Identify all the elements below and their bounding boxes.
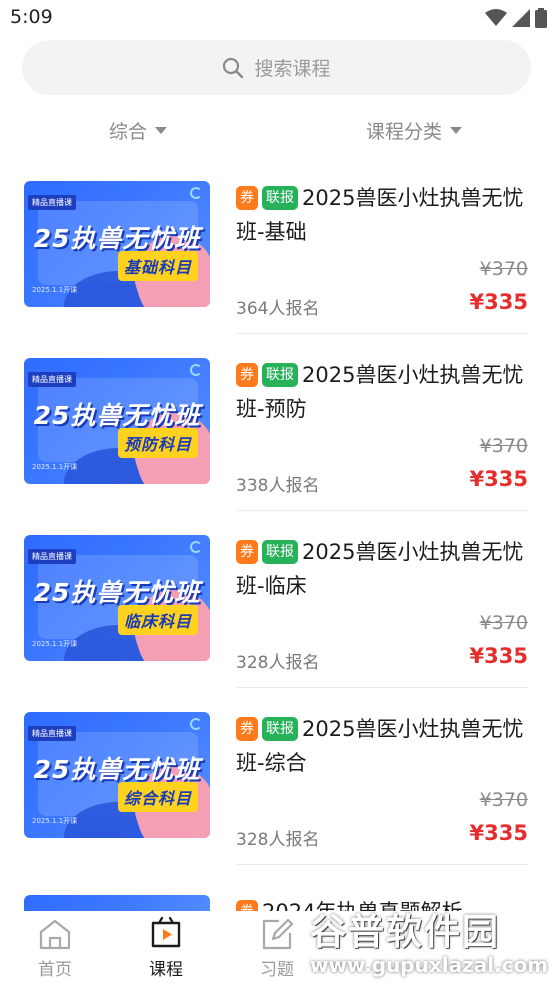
search-icon — [223, 57, 244, 78]
thumbnail-headline: 25执兽无忧班 — [33, 401, 201, 430]
course-price: ¥335 — [469, 467, 528, 491]
bundle-badge: 联报 — [262, 363, 298, 387]
watermark-url: www.gupuxlazal.com — [310, 953, 549, 977]
course-card[interactable]: 精品直播课 25执兽无忧班 综合科目 2025.1.1开课 券联报 2025兽医小… — [0, 701, 553, 878]
thumbnail-headline: 25执兽无忧班 — [33, 224, 201, 253]
course-card[interactable]: 精品直播课 25执兽无忧班 临床科目 2025.1.1开课 券联报 2025兽医小… — [0, 524, 553, 701]
brand-logo-icon — [190, 718, 202, 730]
thumbnail-tag: 精品直播课 — [28, 372, 76, 387]
divider — [236, 687, 528, 688]
thumbnail-subject: 综合科目 — [118, 782, 199, 812]
enrollment-count: 338人报名 — [236, 476, 320, 496]
course-thumbnail[interactable]: 精品直播课 25执兽无忧班 临床科目 2025.1.1开课 — [24, 535, 210, 661]
course-price: ¥335 — [469, 290, 528, 314]
course-thumbnail[interactable]: 精品直播课 25执兽无忧班 基础科目 2025.1.1开课 — [24, 181, 210, 307]
watermark-text: 谷普软件园 — [310, 912, 501, 953]
divider — [236, 510, 528, 511]
course-info: 券联报 2025兽医小灶执兽无忧班-临床 ¥370 328人报名 ¥335 — [236, 535, 528, 690]
caret-down-icon — [450, 126, 463, 134]
tab-courses[interactable]: 课程 — [136, 917, 196, 980]
signal-icon — [512, 9, 530, 27]
course-play-icon — [151, 917, 181, 948]
tab-exercises[interactable]: 习题 — [247, 917, 307, 980]
thumbnail-tag: 精品直播课 — [28, 195, 76, 210]
enrollment-count: 328人报名 — [236, 653, 320, 673]
thumbnail-tag: 精品直播课 — [28, 549, 76, 564]
filter-category-label: 课程分类 — [366, 120, 443, 143]
original-price: ¥370 — [479, 789, 528, 811]
thumbnail-date: 2025.1.1开课 — [32, 286, 78, 294]
course-thumbnail[interactable]: 精品直播课 25执兽无忧班 预防科目 2025.1.1开课 — [24, 358, 210, 484]
watermark: 谷普软件园 www.gupuxlazal.com — [304, 895, 553, 984]
course-title[interactable]: 券联报 2025兽医小灶执兽无忧班-综合 — [236, 712, 528, 780]
coupon-badge: 券 — [236, 717, 258, 741]
divider — [236, 864, 528, 865]
thumbnail-subject: 预防科目 — [118, 428, 199, 458]
tab-courses-label: 课程 — [149, 960, 183, 980]
course-card[interactable]: 精品直播课 25执兽无忧班 基础科目 2025.1.1开课 券联报 2025兽医小… — [0, 170, 553, 347]
original-price: ¥370 — [479, 612, 528, 634]
filter-sort[interactable]: 综合 — [109, 116, 168, 144]
thumbnail-subject: 临床科目 — [118, 605, 199, 635]
course-info: 券联报 2025兽医小灶执兽无忧班-预防 ¥370 338人报名 ¥335 — [236, 358, 528, 513]
thumbnail-date: 2025.1.1开课 — [32, 463, 78, 471]
thumbnail-subject: 基础科目 — [118, 251, 199, 281]
brand-logo-icon — [190, 541, 202, 553]
divider — [236, 333, 528, 334]
course-title[interactable]: 券联报 2025兽医小灶执兽无忧班-基础 — [236, 181, 528, 249]
original-price: ¥370 — [479, 435, 528, 457]
status-time: 5:09 — [10, 6, 53, 28]
coupon-badge: 券 — [236, 540, 258, 564]
caret-down-icon — [155, 126, 168, 134]
wifi-icon — [485, 9, 507, 26]
original-price: ¥370 — [479, 258, 528, 280]
edit-icon — [262, 918, 294, 950]
bundle-badge: 联报 — [262, 717, 298, 741]
search-bar[interactable]: 搜索课程 — [22, 40, 531, 95]
tab-home-label: 首页 — [38, 960, 72, 980]
brand-logo-icon — [190, 364, 202, 376]
course-info: 券联报 2025兽医小灶执兽无忧班-基础 ¥370 364人报名 ¥335 — [236, 181, 528, 336]
bundle-badge: 联报 — [262, 186, 298, 210]
course-price: ¥335 — [469, 821, 528, 845]
thumbnail-date: 2025.1.1开课 — [32, 640, 78, 648]
tab-home[interactable]: 首页 — [25, 917, 85, 980]
filter-category[interactable]: 课程分类 — [366, 116, 463, 144]
coupon-badge: 券 — [236, 186, 258, 210]
course-card[interactable]: 精品直播课 25执兽无忧班 预防科目 2025.1.1开课 券联报 2025兽医小… — [0, 347, 553, 524]
course-price: ¥335 — [469, 644, 528, 668]
course-title[interactable]: 券联报 2025兽医小灶执兽无忧班-临床 — [236, 535, 528, 603]
thumbnail-tag: 精品直播课 — [28, 726, 76, 741]
thumbnail-date: 2025.1.1开课 — [32, 817, 78, 825]
home-icon — [39, 919, 71, 950]
status-icons — [485, 8, 547, 28]
course-thumbnail[interactable]: 精品直播课 25执兽无忧班 综合科目 2025.1.1开课 — [24, 712, 210, 838]
course-list: 精品直播课 25执兽无忧班 基础科目 2025.1.1开课 券联报 2025兽医小… — [0, 170, 553, 935]
course-info: 券联报 2025兽医小灶执兽无忧班-综合 ¥370 328人报名 ¥335 — [236, 712, 528, 867]
course-title[interactable]: 券联报 2025兽医小灶执兽无忧班-预防 — [236, 358, 528, 426]
tab-exercises-label: 习题 — [260, 960, 294, 980]
bundle-badge: 联报 — [262, 540, 298, 564]
status-bar: 5:09 — [0, 0, 553, 36]
thumbnail-headline: 25执兽无忧班 — [33, 755, 201, 784]
thumbnail-headline: 25执兽无忧班 — [33, 578, 201, 607]
enrollment-count: 364人报名 — [236, 299, 320, 319]
filter-sort-label: 综合 — [109, 120, 148, 143]
battery-icon — [535, 8, 547, 28]
enrollment-count: 328人报名 — [236, 830, 320, 850]
search-placeholder: 搜索课程 — [254, 58, 331, 80]
coupon-badge: 券 — [236, 363, 258, 387]
brand-logo-icon — [190, 187, 202, 199]
